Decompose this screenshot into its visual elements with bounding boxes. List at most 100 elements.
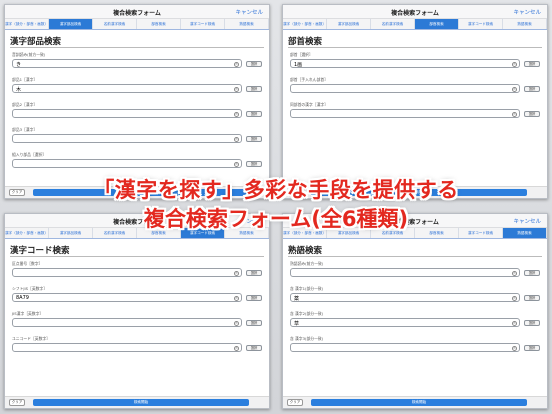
select-button[interactable]: 選択 [524,60,540,67]
text-input[interactable]: 薬 × [290,293,520,302]
input-value: き [16,62,22,68]
field-label: シフトJIS［英数字］ [12,286,48,291]
input-value: 草 [294,321,300,327]
select-button[interactable]: 選択 [524,344,540,351]
clear-input-icon[interactable]: × [512,86,517,92]
tab-1[interactable]: 漢字部品検索 [327,19,371,29]
field-label: 部首［手入れん部首］ [290,77,328,82]
select-button[interactable]: 選択 [524,85,540,92]
tab-3[interactable]: 部首検索 [137,19,181,29]
field-label: 部品3［漢字］ [12,127,38,132]
select-button[interactable]: 選択 [524,269,540,276]
select-button[interactable]: 選択 [524,294,540,301]
text-input[interactable]: × [290,109,520,118]
field-list: 熟語読み(前方一致) × 選択含 漢字1(部分一致) 薬 × 選択含 漢字2(部分一致) 草… [288,256,542,357]
text-input[interactable]: × [290,343,520,352]
select-button[interactable]: 選択 [524,110,540,117]
tab-2[interactable]: 名前漢字検索 [93,19,137,29]
section-title: 部首検索 [288,37,323,47]
clear-input-icon[interactable]: × [234,61,239,67]
tab-2[interactable]: 名前漢字検索 [371,19,415,29]
search-form-panel: 複合検索フォーム キャンセル 漢字（部分・部首・画数） 漢字部品検索 名前漢字検索 部首検… [282,213,548,409]
tab-5[interactable]: 熟語検索 [225,19,269,29]
select-button[interactable]: 選択 [246,344,262,351]
clear-input-icon[interactable]: × [234,295,239,301]
subheadline-banner: 複合検索フォーム(全6種類) [143,207,409,231]
tab-0[interactable]: 漢字（部分・部首・画数） [283,19,327,29]
clear-input-icon[interactable]: × [234,136,239,142]
field-label: 含 漢字1(部分一致) [290,286,324,291]
clear-input-icon[interactable]: × [512,320,517,326]
tab-bar: 漢字（部分・部首・画数） 漢字部品検索 名前漢字検索 部首検索 漢字コード検索 熟語検索 [283,19,547,30]
tab-3[interactable]: 部首検索 [415,19,459,29]
field-label: 熟語読み(前方一致) [290,261,324,266]
text-input[interactable]: × [12,318,242,327]
tab-0[interactable]: 漢字（部分・部首・画数） [5,19,49,29]
tab-4[interactable]: 漢字コード検索 [181,19,225,29]
select-button[interactable]: 選択 [246,85,262,92]
select-button[interactable]: 選択 [246,319,262,326]
select-button[interactable]: 選択 [246,294,262,301]
text-input[interactable]: 木 × [12,84,242,93]
field-list: 音訓読み(前方一致) き × 選択 部品1［漢字］ 木 × 選択 部品2［漢字］ × 選択 部品3［漢… [10,47,264,173]
text-input[interactable]: × [290,268,520,277]
bottom-toolbar: クリア 検索開始 [5,396,269,408]
text-input[interactable]: × [12,268,242,277]
select-button[interactable]: 選択 [524,319,540,326]
form-field: 熟語読み(前方一致) × 選択 [288,257,542,282]
text-input[interactable]: × [290,84,520,93]
bottom-toolbar: クリア 検索開始 [283,396,547,408]
clear-input-icon[interactable]: × [234,320,239,326]
tab-4[interactable]: 漢字コード検索 [459,19,503,29]
text-input[interactable]: 8A79 × [12,293,242,302]
select-button[interactable]: 選択 [246,60,262,67]
clear-button[interactable]: クリア [9,399,25,406]
field-list: 区点番号［数字］ × 選択 シフトJIS［英数字］ 8A79 × 選択 JIS漢字［英数字］ ×… [10,256,264,357]
form-field: 含 漢字2(部分一致) 草 × 選択 [288,307,542,332]
form-field: 同部首の漢字［漢字］ × 選択 [288,98,542,123]
clear-input-icon[interactable]: × [234,161,239,167]
tab-1[interactable]: 漢字部品検索 [49,19,93,29]
cancel-button[interactable]: キャンセル [235,8,263,16]
text-input[interactable]: × [12,134,242,143]
form-field: 音訓読み(前方一致) き × 選択 [10,48,264,73]
clear-button[interactable]: クリア [287,399,303,406]
section-title: 熟語検索 [288,246,323,256]
cancel-button[interactable]: キャンセル [513,8,541,16]
clear-input-icon[interactable]: × [234,86,239,92]
search-button[interactable]: 検索開始 [311,399,527,406]
text-input[interactable]: × [12,343,242,352]
text-input[interactable]: × [12,159,242,168]
clear-input-icon[interactable]: × [234,111,239,117]
input-value: 8A79 [16,295,29,301]
select-button[interactable]: 選択 [246,269,262,276]
field-label: 同部首の漢字［漢字］ [290,102,328,107]
clear-input-icon[interactable]: × [512,295,517,301]
clear-input-icon[interactable]: × [512,270,517,276]
form-field: シフトJIS［英数字］ 8A79 × 選択 [10,282,264,307]
search-form-panel: 複合検索フォーム キャンセル 漢字（部分・部首・画数） 漢字部品検索 名前漢字検索 部首検… [4,213,270,409]
field-label: 音訓読み(前方一致) [12,52,46,57]
field-label: 組入り部品［選択］ [12,152,47,157]
form-field: 組入り部品［選択］ × 選択 [10,148,264,173]
search-button[interactable]: 検索開始 [33,399,249,406]
tab-5[interactable]: 熟語検索 [503,19,547,29]
text-input[interactable]: 1画 × [290,59,520,68]
text-input[interactable]: × [12,109,242,118]
select-button[interactable]: 選択 [246,110,262,117]
nav-bar: 複合検索フォーム キャンセル [5,5,269,19]
form-field: 部品3［漢字］ × 選択 [10,123,264,148]
input-value: 1画 [294,62,303,68]
clear-input-icon[interactable]: × [512,345,517,351]
clear-input-icon[interactable]: × [234,270,239,276]
form-field: ユニコード［英数字］ × 選択 [10,332,264,357]
field-list: 部首［選択］ 1画 × 選択 部首［手入れん部首］ × 選択 同部首の漢字［漢字］ × 選択 [288,47,542,123]
select-button[interactable]: 選択 [246,135,262,142]
clear-input-icon[interactable]: × [512,111,517,117]
text-input[interactable]: 草 × [290,318,520,327]
form-field: 含 漢字3(部分一致) × 選択 [288,332,542,357]
select-button[interactable]: 選択 [246,160,262,167]
clear-input-icon[interactable]: × [234,345,239,351]
text-input[interactable]: き × [12,59,242,68]
clear-input-icon[interactable]: × [512,61,517,67]
